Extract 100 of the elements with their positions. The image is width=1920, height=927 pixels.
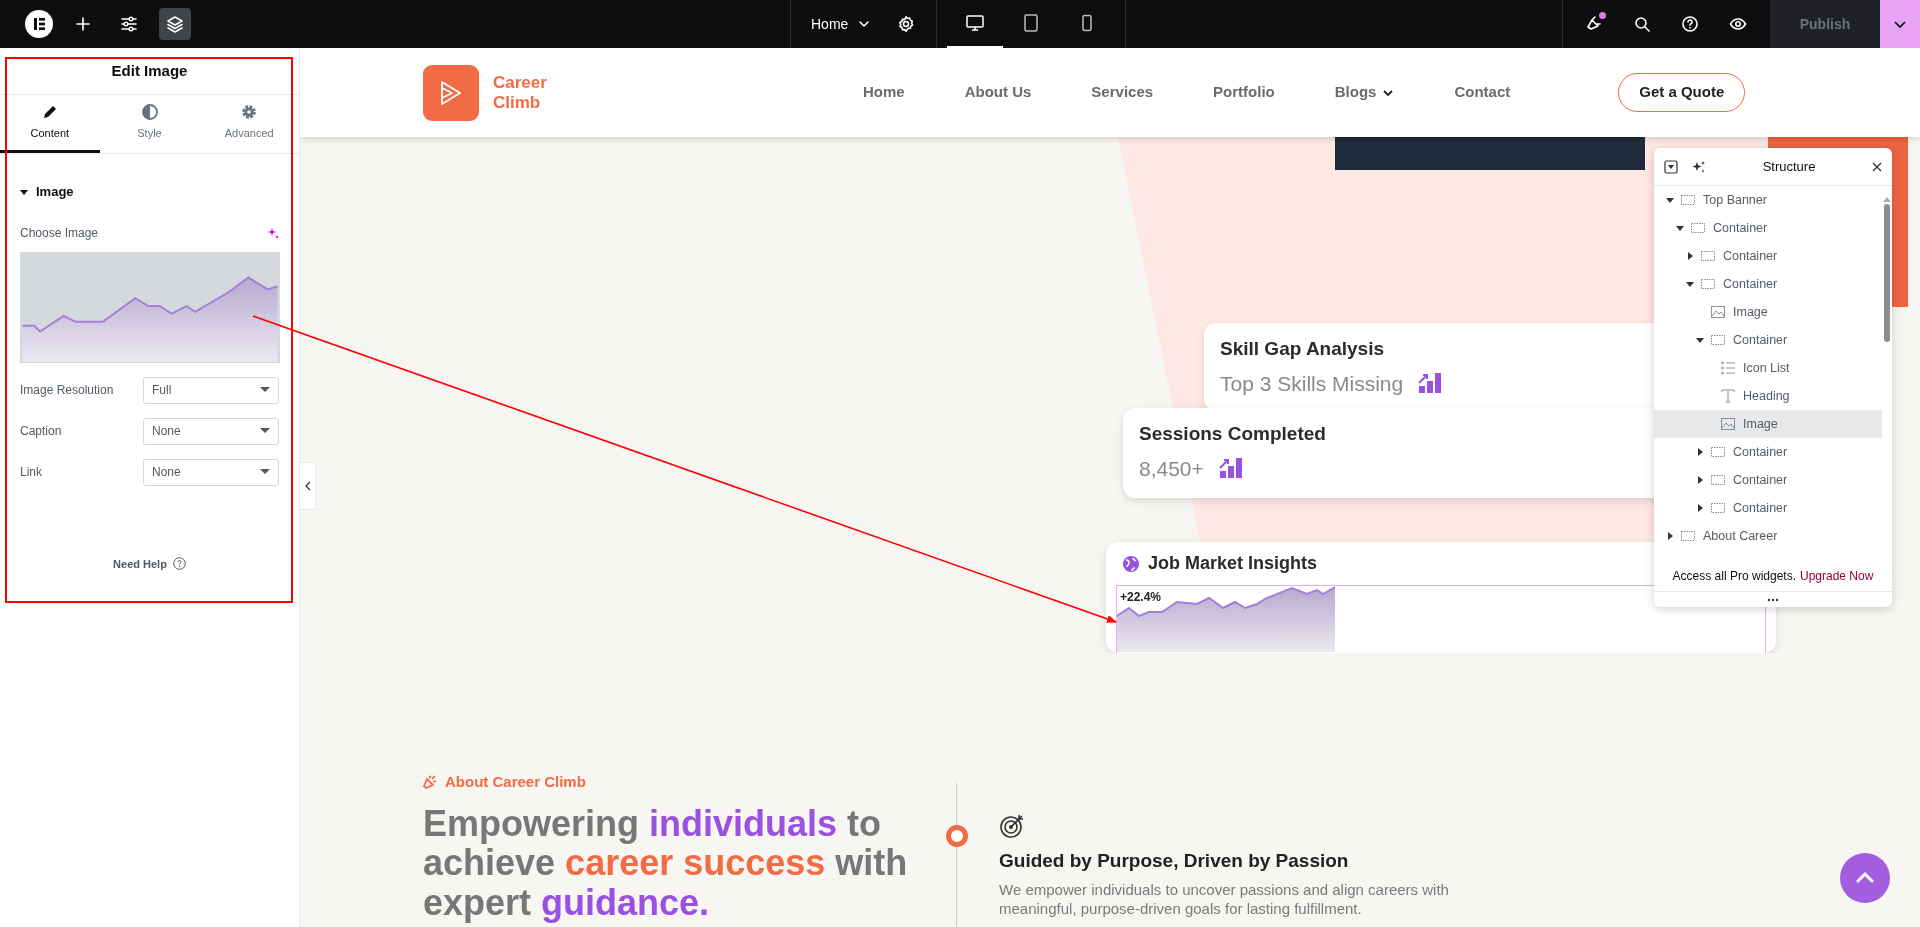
tree-item[interactable]: Image (1654, 298, 1882, 326)
unread-dot (1599, 12, 1606, 19)
panel-tab[interactable]: Style (99, 95, 200, 153)
panel-title: Edit Image (0, 48, 299, 95)
container-icon (1710, 500, 1726, 516)
select-field[interactable]: Full (143, 376, 279, 404)
caret-down-icon[interactable] (1676, 224, 1684, 232)
ai-sparkle-icon[interactable] (267, 226, 279, 239)
caret-right-icon[interactable] (1666, 532, 1674, 540)
target-icon (999, 813, 1025, 839)
page-menu[interactable]: Home (791, 0, 891, 48)
search-icon (1633, 15, 1651, 33)
quote-button[interactable]: Get a Quote (1618, 73, 1746, 112)
container-icon (1700, 276, 1716, 292)
scrollbar-thumb[interactable] (1884, 204, 1890, 342)
tree-item[interactable]: Top Banner (1654, 186, 1882, 214)
structure-button[interactable] (159, 8, 191, 40)
elementor-logo[interactable] (25, 10, 53, 38)
card-title: Job Market Insights (1148, 552, 1318, 575)
nav-link[interactable]: About Us (964, 81, 1032, 104)
caret-down-icon[interactable] (1696, 336, 1704, 344)
megaphone-icon (1585, 15, 1603, 33)
caret-right-icon[interactable] (1696, 504, 1704, 512)
container-icon (1680, 528, 1696, 544)
caret-icon (260, 428, 270, 434)
upgrade-link[interactable]: Upgrade Now (1800, 567, 1874, 585)
caret-icon (20, 187, 28, 196)
panel-tab[interactable]: Advanced (199, 95, 299, 153)
panel-title: Structure (1761, 157, 1817, 176)
upgrade-notice: Access all Pro widgets. Upgrade Now (1671, 566, 1875, 587)
eye-icon (1729, 15, 1747, 33)
layers-icon (166, 15, 184, 33)
close-icon[interactable] (1872, 161, 1882, 172)
field-label: Link (20, 464, 42, 481)
tree-item[interactable]: Image (1654, 410, 1882, 438)
image-icon (1710, 304, 1726, 320)
container-icon (1700, 248, 1716, 264)
chevron-left-icon (303, 481, 312, 491)
desktop-icon (965, 13, 986, 33)
tree-item[interactable]: Heading (1654, 382, 1882, 410)
nav-link[interactable]: Services (1091, 81, 1154, 104)
resize-handle-icon[interactable] (1767, 597, 1779, 602)
sparkle-icon[interactable] (1692, 159, 1706, 174)
collapse-icon[interactable] (1664, 159, 1678, 174)
caret-right-icon[interactable] (1696, 476, 1704, 484)
tree-item[interactable]: Container (1654, 214, 1882, 242)
card-title: Skill Gap Analysis (1220, 337, 1386, 361)
eyebrow-text: About Career Climb (445, 772, 586, 792)
container-icon (1690, 220, 1706, 236)
back-to-top-button[interactable] (1840, 853, 1890, 903)
tree-item[interactable]: Container (1654, 494, 1882, 522)
contrast-icon (140, 103, 159, 122)
card-title: Sessions Completed (1139, 422, 1327, 446)
section-heading: Empowering individuals to achieve career success with expert guidance. (423, 803, 909, 923)
caret-icon (260, 469, 270, 475)
help-link[interactable]: Need Help (113, 555, 167, 572)
tree-item[interactable]: About Career (1654, 522, 1882, 550)
tree-item[interactable]: Icon List (1654, 354, 1882, 382)
nav-link[interactable]: Contact (1454, 81, 1511, 104)
list-icon (1720, 360, 1736, 376)
card-value: Top 3 Skills Missing (1220, 370, 1404, 397)
select-field[interactable]: None (143, 417, 279, 445)
field-label: Image Resolution (20, 382, 114, 399)
panel-tab[interactable]: Content (0, 95, 100, 153)
nav-link[interactable]: Blogs (1334, 81, 1395, 104)
select-field[interactable]: None (143, 458, 279, 486)
bar-chart-icon (1417, 371, 1444, 396)
help-icon (1681, 15, 1699, 33)
tree-item[interactable]: Container (1654, 270, 1882, 298)
container-icon (1680, 192, 1696, 208)
nav-link[interactable]: Home (863, 81, 905, 104)
tree-item[interactable]: Container (1654, 326, 1882, 354)
gear-icon (897, 15, 916, 33)
tree-item[interactable]: Container (1654, 466, 1882, 494)
field-label: Caption (20, 423, 62, 440)
feature-text: We empower individuals to uncover passions and align careers with meaningful, purpose-driven goals for lasting fulfillment. (999, 879, 1450, 918)
caret-right-icon[interactable] (1696, 448, 1704, 456)
nav-link[interactable]: Portfolio (1213, 81, 1275, 104)
heading-icon (1720, 388, 1736, 404)
caret-down-icon[interactable] (1666, 196, 1674, 204)
caret-right-icon[interactable] (1686, 252, 1694, 260)
timeline-marker (946, 825, 968, 847)
field-label: Choose Image (20, 224, 99, 242)
plus-icon (74, 15, 92, 33)
tree-item[interactable]: Container (1654, 242, 1882, 270)
container-icon (1710, 472, 1726, 488)
image-icon (1720, 416, 1736, 432)
section-toggle[interactable]: Image (20, 182, 74, 202)
container-icon (1710, 332, 1726, 348)
chart-value: +22.4% (1120, 589, 1162, 606)
globe-icon (1122, 554, 1140, 573)
help-icon[interactable] (172, 557, 186, 571)
gear-icon (240, 103, 259, 122)
megaphone-icon (423, 775, 437, 790)
sliders-icon (120, 15, 138, 33)
feature-title: Guided by Purpose, Driven by Passion (999, 849, 1350, 873)
bar-chart-icon (1217, 456, 1244, 481)
caret-down-icon[interactable] (1686, 280, 1694, 288)
tree-item[interactable]: Container (1654, 438, 1882, 466)
logo-mark[interactable] (423, 64, 479, 121)
